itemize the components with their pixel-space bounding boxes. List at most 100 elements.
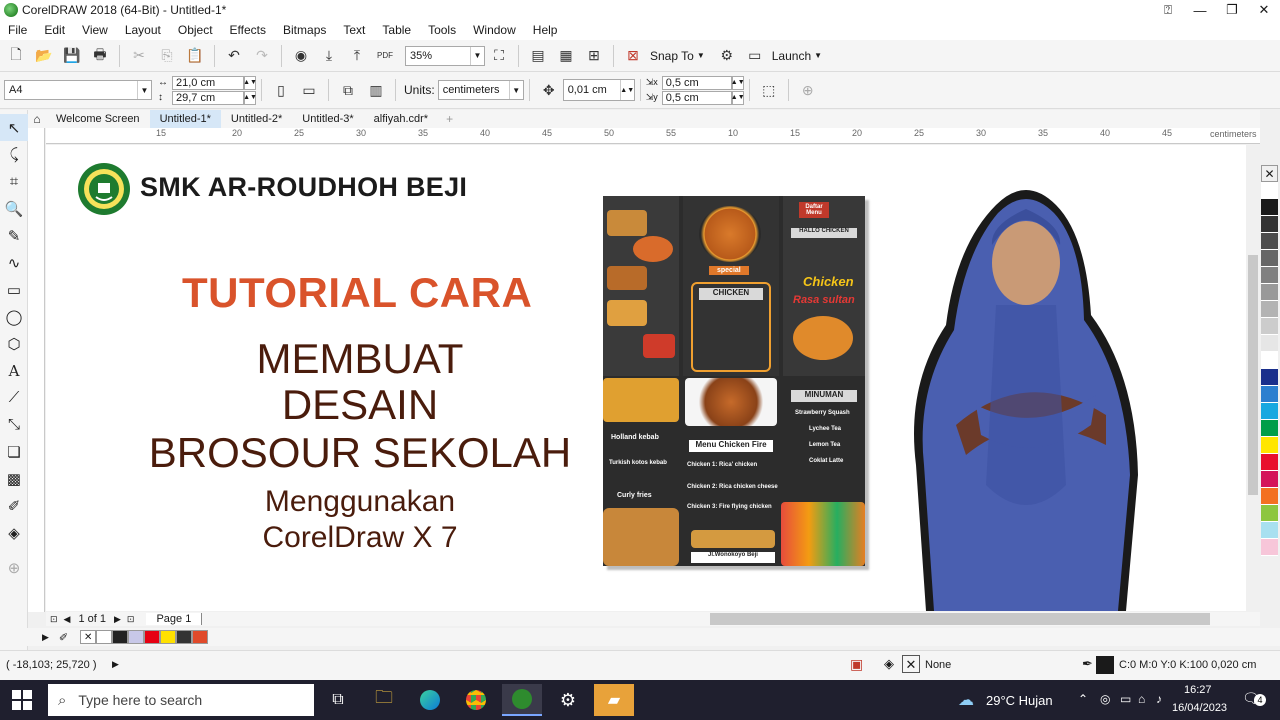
import-icon[interactable]: ⤓: [317, 44, 341, 68]
title-line-3[interactable]: DESAIN: [136, 381, 584, 429]
save-icon[interactable]: 💾: [60, 44, 84, 68]
text-tool-icon[interactable]: A: [0, 357, 28, 384]
chevron-down-icon[interactable]: ▼: [814, 51, 822, 60]
launch-icon[interactable]: ▭: [743, 44, 767, 68]
options-gear-icon[interactable]: ⚙: [715, 44, 739, 68]
settings-gear-icon[interactable]: ⚙: [548, 684, 588, 716]
prev-page-icon[interactable]: ◀: [64, 614, 71, 625]
title-line-2[interactable]: MEMBUAT: [136, 335, 584, 383]
menu-table[interactable]: Table: [374, 23, 420, 37]
menu-file[interactable]: File: [0, 23, 36, 37]
document-palette-swatch[interactable]: [96, 630, 113, 644]
portrait-icon[interactable]: ▯: [269, 78, 293, 102]
palette-swatch[interactable]: [1261, 267, 1278, 284]
palette-swatch[interactable]: [1261, 284, 1278, 301]
shape-tool-icon[interactable]: ⤹: [0, 141, 28, 168]
title-line-6[interactable]: CorelDraw X 7: [166, 521, 554, 555]
transparency-icon[interactable]: ▩: [0, 465, 28, 492]
page-width-input[interactable]: 21,0 cm: [172, 75, 244, 90]
task-view-icon[interactable]: ⧉: [318, 684, 358, 716]
edit-bleed-icon[interactable]: ⬚: [757, 78, 781, 102]
account-icon[interactable]: ⍰: [1152, 0, 1184, 20]
tab-welcome-screen[interactable]: Welcome Screen: [46, 110, 150, 128]
last-page-icon[interactable]: ⊡: [127, 614, 135, 625]
menu-bitmaps[interactable]: Bitmaps: [275, 23, 335, 37]
eyedropper-icon[interactable]: ✐: [0, 492, 28, 519]
home-icon[interactable]: ⌂: [28, 112, 46, 126]
grid-icon[interactable]: ▦: [554, 44, 578, 68]
units-combo[interactable]: centimeters ▼: [437, 80, 524, 100]
palette-swatch[interactable]: [1261, 182, 1278, 199]
volume-icon[interactable]: ♪: [1156, 692, 1162, 706]
palette-swatch[interactable]: [1261, 454, 1278, 471]
spinner-icon[interactable]: ▲▼: [243, 75, 257, 90]
page-height-input[interactable]: 29,7 cm: [172, 90, 244, 105]
landscape-icon[interactable]: ▭: [297, 78, 321, 102]
palette-swatch[interactable]: [1261, 216, 1278, 233]
redo-icon[interactable]: ↷: [250, 44, 274, 68]
palette-swatch[interactable]: [1261, 335, 1278, 352]
title-line-4[interactable]: BROSOUR SEKOLAH: [134, 429, 586, 477]
current-page-icon[interactable]: ▥: [364, 78, 388, 102]
person-photo[interactable]: [886, 165, 1156, 611]
add-tool-icon[interactable]: ⊕: [0, 554, 28, 581]
paste-icon[interactable]: 📋: [183, 44, 207, 68]
palette-swatch[interactable]: [1261, 539, 1278, 556]
print-icon[interactable]: 🖶: [88, 44, 112, 68]
edge-icon[interactable]: [410, 684, 450, 716]
tab-untitled-3[interactable]: Untitled-3*: [292, 110, 363, 128]
copy-icon[interactable]: ⎘: [155, 44, 179, 68]
close-button[interactable]: ✕: [1248, 0, 1280, 20]
guidelines-icon[interactable]: ⊞: [582, 44, 606, 68]
brochure-image[interactable]: special CHICKEN Daftar Menu HALLO CHICKE…: [603, 196, 865, 566]
coreldraw-taskbar-icon[interactable]: [502, 684, 542, 716]
interactive-fill-icon[interactable]: ◈: [0, 519, 28, 546]
next-page-icon[interactable]: ▶: [114, 614, 121, 625]
menu-tools[interactable]: Tools: [420, 23, 465, 37]
drop-shadow-icon[interactable]: ❏: [0, 438, 28, 465]
palette-swatch[interactable]: [1261, 403, 1278, 420]
weather-icon[interactable]: ☁: [958, 690, 974, 710]
horizontal-ruler[interactable]: 15 20 25 30 35 40 45 50 55 10 15 20 25 3…: [46, 128, 1260, 144]
battery-icon[interactable]: ▭: [1120, 692, 1131, 706]
vertical-scroll-thumb[interactable]: [1248, 255, 1258, 495]
export-icon[interactable]: ⤒: [345, 44, 369, 68]
launch-button[interactable]: Launch: [772, 49, 811, 63]
pdf-icon[interactable]: PDF: [373, 44, 397, 68]
all-pages-icon[interactable]: ⧉: [336, 78, 360, 102]
duplicate-x-input[interactable]: 0,5 cm: [661, 75, 732, 90]
document-palette-swatch[interactable]: [144, 630, 161, 644]
undo-icon[interactable]: ↶: [222, 44, 246, 68]
zoom-level-combo[interactable]: 35% ▼: [405, 45, 485, 66]
outline-pen-icon[interactable]: ✒: [1082, 656, 1093, 672]
tab-untitled-2[interactable]: Untitled-2*: [221, 110, 292, 128]
palette-swatch[interactable]: [1261, 369, 1278, 386]
tab-alfiyah[interactable]: alfiyah.cdr*: [364, 110, 438, 128]
chevron-down-icon[interactable]: ▼: [697, 51, 705, 60]
network-icon[interactable]: ⌂: [1138, 692, 1145, 706]
taskbar-search-box[interactable]: ⌕ Type here to search: [48, 684, 314, 716]
menu-text[interactable]: Text: [335, 23, 374, 37]
nudge-distance-input[interactable]: 0,01 cm ▲▼: [562, 79, 635, 101]
palette-swatch[interactable]: [1261, 352, 1278, 369]
vertical-ruler[interactable]: [28, 128, 45, 612]
menu-layout[interactable]: Layout: [117, 23, 170, 37]
palette-swatch[interactable]: [1261, 199, 1278, 216]
duplicate-y-input[interactable]: 0,5 cm: [661, 90, 732, 105]
school-name-text[interactable]: SMK AR-ROUDHOH BEJI: [140, 172, 467, 203]
menu-object[interactable]: Object: [170, 23, 222, 37]
palette-swatch[interactable]: [1261, 522, 1278, 539]
clock-date[interactable]: 16/04/2023: [1172, 702, 1227, 714]
fill-icon[interactable]: ◈: [884, 656, 894, 672]
file-explorer-icon[interactable]: 🗀: [364, 684, 404, 716]
menu-effects[interactable]: Effects: [222, 23, 275, 37]
spinner-icon[interactable]: ▲▼: [243, 90, 257, 105]
fill-none-swatch[interactable]: ✕: [902, 655, 920, 673]
horizontal-scroll-thumb[interactable]: [710, 613, 1210, 625]
palette-swatch[interactable]: [1261, 318, 1278, 335]
meet-icon[interactable]: ◎: [1100, 692, 1110, 706]
windows-start-icon[interactable]: [12, 690, 32, 710]
ellipse-tool-icon[interactable]: ◯: [0, 303, 28, 330]
drawing-canvas[interactable]: SMK AR-ROUDHOH BEJI TUTORIAL CARA MEMBUA…: [46, 145, 1246, 611]
clock-time[interactable]: 16:27: [1184, 684, 1212, 696]
